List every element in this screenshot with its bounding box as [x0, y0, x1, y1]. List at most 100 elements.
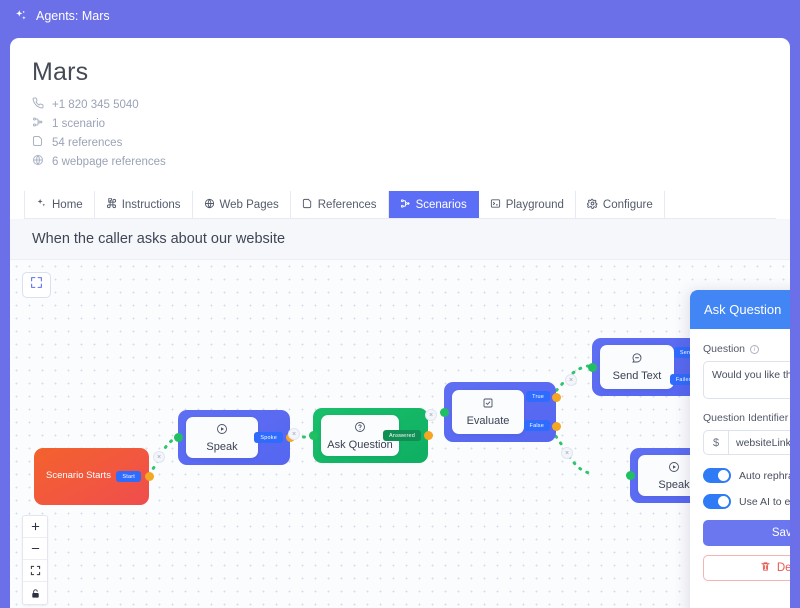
lock-button[interactable]: [23, 582, 47, 604]
panel-body: Question i Would you like the website li…: [690, 329, 790, 595]
delete-button[interactable]: Delete: [703, 555, 790, 581]
agent-meta-phone-text: +1 820 345 5040: [52, 98, 139, 111]
trash-icon: [760, 561, 771, 575]
tab-configure-label: Configure: [602, 198, 653, 211]
zoom-in-button[interactable]: [23, 516, 47, 538]
edge-delete-button[interactable]: ×: [153, 451, 165, 463]
node-evaluate[interactable]: Evaluate True False: [440, 382, 561, 442]
gear-icon: [586, 198, 598, 212]
delete-button-label: Delete: [776, 562, 790, 574]
node-evaluate-badge-true[interactable]: True: [526, 391, 550, 402]
question-input[interactable]: Would you like the website link?: [703, 361, 790, 399]
node-speak-2-label: Speak: [658, 478, 690, 491]
phone-icon: [32, 97, 44, 112]
use-ai-extract-toggle[interactable]: [703, 494, 731, 509]
agent-meta-phone: +1 820 345 5040: [32, 97, 768, 112]
auto-rephrase-row: Auto rephrase based on context: [703, 468, 790, 483]
play-icon: [216, 423, 228, 438]
main-shell: Mars +1 820 345 5040 1 scenario 54 refer…: [10, 38, 790, 608]
node-ask-question-output-port[interactable]: [424, 431, 433, 440]
node-evaluate-output-port-false[interactable]: [552, 422, 561, 431]
canvas-controls: [22, 515, 48, 605]
document-icon: [32, 135, 44, 150]
document-icon: [302, 198, 313, 212]
node-evaluate-input-port[interactable]: [440, 408, 449, 417]
scenario-title: When the caller asks about our website: [10, 219, 790, 260]
edge-delete-button[interactable]: ×: [565, 374, 577, 386]
question-identifier-label-text: Question Identifier: [703, 412, 789, 424]
zoom-out-button[interactable]: [23, 538, 47, 560]
globe-icon: [204, 198, 215, 212]
play-icon: [668, 461, 680, 476]
question-identifier-field[interactable]: $ websiteLinkTextedAnswer: [703, 430, 790, 455]
agent-header: Mars +1 820 345 5040 1 scenario 54 refer…: [10, 38, 790, 181]
agent-meta-webpages: 6 webpage references: [32, 154, 768, 169]
expand-canvas-button[interactable]: [22, 272, 51, 298]
panel-title: Ask Question: [690, 290, 790, 329]
sparkle-icon: [14, 9, 28, 23]
node-scenario-starts-output-port[interactable]: [145, 472, 154, 481]
node-evaluate-label: Evaluate: [466, 415, 510, 427]
node-speak-1-input-port[interactable]: [174, 433, 183, 442]
tab-instructions-label: Instructions: [121, 198, 181, 211]
auto-rephrase-label: Auto rephrase based on context: [739, 469, 790, 482]
agent-meta-scenarios-text: 1 scenario: [52, 117, 106, 130]
agent-meta-webpages-text: 6 webpage references: [52, 155, 166, 168]
tab-instructions[interactable]: Instructions: [94, 191, 193, 218]
message-icon: [631, 352, 643, 367]
use-ai-extract-row: Use AI to extract response: [703, 494, 790, 509]
tab-home[interactable]: Home: [24, 191, 95, 218]
node-send-text-card: Send Text: [600, 345, 674, 389]
tab-playground-label: Playground: [505, 198, 564, 211]
node-send-text[interactable]: Send Text Sent Failed: [588, 338, 704, 396]
node-scenario-starts[interactable]: Scenario Starts Start: [34, 448, 154, 505]
terminal-icon: [490, 198, 501, 212]
identifier-input[interactable]: websiteLinkTextedAnswer: [729, 431, 790, 454]
expand-icon: [30, 276, 43, 294]
tab-bar: Home Instructions Web Pages References S…: [24, 191, 776, 219]
flow-icon: [400, 198, 411, 212]
fit-view-button[interactable]: [23, 560, 47, 582]
node-evaluate-badge-false[interactable]: False: [523, 420, 550, 431]
node-properties-panel: Ask Question Question i Would you like t…: [690, 290, 790, 608]
question-icon: [354, 421, 366, 436]
tab-configure[interactable]: Configure: [575, 191, 665, 218]
edge-delete-button[interactable]: ×: [425, 409, 437, 421]
info-icon[interactable]: i: [750, 344, 760, 354]
node-ask-question[interactable]: Ask Question Answered: [309, 408, 433, 463]
node-speak-2-input-port[interactable]: [626, 471, 635, 480]
tab-scenarios[interactable]: Scenarios: [388, 191, 479, 218]
auto-rephrase-toggle[interactable]: [703, 468, 731, 483]
check-icon: [482, 397, 494, 412]
node-ask-question-badge[interactable]: Answered: [382, 430, 421, 441]
tab-web-pages[interactable]: Web Pages: [192, 191, 291, 218]
edge-delete-button[interactable]: ×: [561, 447, 573, 459]
tab-home-label: Home: [52, 198, 83, 211]
node-speak-1-label: Speak: [206, 440, 238, 453]
tab-references-label: References: [317, 198, 377, 211]
node-speak-1-card: Speak: [186, 417, 258, 458]
page-title: Mars: [32, 58, 89, 86]
tab-scenarios-label: Scenarios: [415, 198, 467, 211]
node-send-text-label: Send Text: [612, 370, 662, 382]
app-bar: Agents: Mars: [0, 0, 800, 31]
question-identifier-label: Question Identifier i: [703, 412, 790, 424]
globe-icon: [32, 154, 44, 169]
save-button[interactable]: Save: [703, 520, 790, 546]
node-scenario-starts-badge[interactable]: Start: [116, 471, 141, 482]
tab-playground[interactable]: Playground: [478, 191, 576, 218]
node-send-text-input-port[interactable]: [588, 363, 597, 372]
node-evaluate-card: Evaluate: [452, 390, 524, 434]
edge-delete-button[interactable]: ×: [288, 428, 300, 440]
flow-canvas[interactable]: Scenario Starts Start Speak Spoke Ask Qu…: [10, 260, 790, 608]
node-speak-1-badge[interactable]: Spoke: [254, 432, 283, 443]
node-ask-question-input-port[interactable]: [309, 431, 318, 440]
command-icon: [106, 197, 117, 212]
node-speak-1[interactable]: Speak Spoke: [174, 410, 295, 465]
identifier-prefix: $: [704, 431, 729, 454]
tab-web-pages-label: Web Pages: [219, 198, 279, 211]
node-evaluate-output-port-true[interactable]: [552, 393, 561, 402]
flow-icon: [32, 116, 44, 131]
tab-references[interactable]: References: [290, 191, 389, 218]
node-ask-question-label: Ask Question: [327, 438, 393, 451]
